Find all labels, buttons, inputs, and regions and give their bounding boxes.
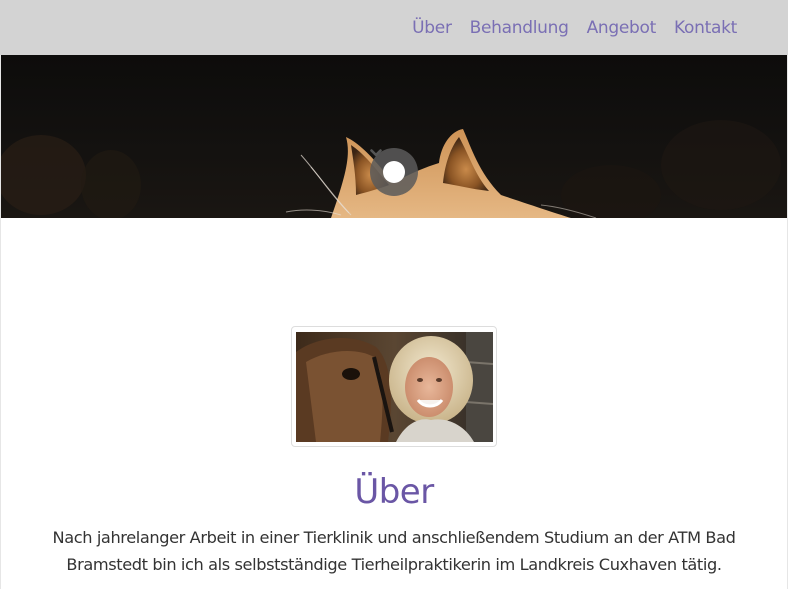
top-navbar: Über Behandlung Angebot Kontakt <box>0 0 788 55</box>
chevron-down-icon <box>370 149 405 183</box>
page: Über Behandlung Angebot Kontakt Über Nac… <box>0 0 788 589</box>
about-description: Nach jahrelanger Arbeit in einer Tierkli… <box>52 528 736 574</box>
nav-link-angebot[interactable]: Angebot <box>587 18 657 38</box>
nav-link-behandlung[interactable]: Behandlung <box>470 18 569 38</box>
profile-photo-woman-with-horse <box>296 332 493 442</box>
nav-links: Über Behandlung Angebot Kontakt <box>412 18 788 38</box>
section-title-ueber: Über <box>354 472 434 512</box>
nav-link-ueber[interactable]: Über <box>412 18 452 38</box>
nav-link-kontakt[interactable]: Kontakt <box>674 18 737 38</box>
scroll-down-button[interactable] <box>370 148 418 196</box>
hero-banner-cat-image <box>1 55 787 218</box>
profile-image-frame <box>291 326 497 447</box>
